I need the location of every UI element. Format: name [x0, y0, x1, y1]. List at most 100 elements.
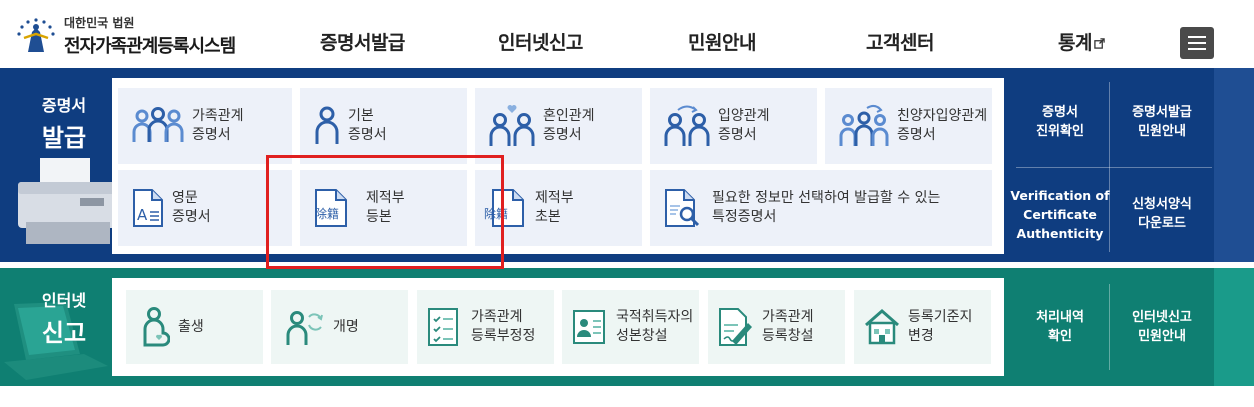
tile-removed-register-extract[interactable]: 除籍 제적부 초본: [475, 170, 642, 246]
rename-icon: [286, 311, 323, 345]
side-label-line2: Certificate: [1023, 206, 1097, 222]
certificate-title-line1: 증명서: [41, 96, 87, 115]
nav-statistics[interactable]: 통계: [1058, 28, 1105, 55]
tile-label: 가족관계 등록창설: [762, 308, 814, 346]
side-label-line1: 인터넷신고: [1132, 310, 1192, 325]
tile-rename-report[interactable]: 개명: [271, 290, 408, 364]
printer-illustration-icon: [18, 158, 118, 244]
tile-label-line2: 등록창설: [762, 328, 814, 344]
certificate-title-line2: 발급: [41, 124, 87, 152]
tile-label-line1: 개명: [333, 318, 359, 335]
side-label-line1: 신청서양식: [1132, 197, 1192, 212]
tile-label: 혼인관계 증명서: [543, 107, 595, 145]
tile-register-correction[interactable]: 가족관계 등록부정정: [417, 290, 554, 364]
tile-label-line1: 제적부: [535, 190, 574, 206]
tile-label: 기본 증명서: [348, 107, 387, 145]
id-card-icon: [573, 310, 605, 344]
tile-basic-certificate[interactable]: 기본 증명서: [300, 88, 467, 164]
tile-marriage-certificate[interactable]: 혼인관계 증명서: [475, 88, 642, 164]
family-icon: [132, 107, 184, 142]
tile-label-line1: 친양자입양관계: [897, 108, 988, 124]
tile-label: 입양관계 증명서: [718, 107, 770, 145]
tile-label: 출생: [178, 318, 204, 337]
tile-label-line2: 등본: [366, 209, 392, 225]
certificate-verification-button[interactable]: 증명서 진위확인: [1012, 78, 1108, 166]
side-divider: [1109, 284, 1110, 370]
tile-label-line2: 초본: [535, 209, 561, 225]
side-label-line1: 증명서발급: [1132, 105, 1192, 120]
tile-label-line1: 혼인관계: [543, 108, 595, 124]
tile-label-line2: 성본창설: [616, 328, 668, 344]
report-title-line1: 인터넷: [41, 291, 87, 310]
tile-label-line1: 가족관계: [471, 309, 523, 325]
tile-label-line2: 증명서: [897, 127, 936, 143]
site-logo[interactable]: 대한민국 법원 전자가족관계등록시스템: [14, 10, 244, 60]
tile-full-adoption-certificate[interactable]: 친양자입양관계 증명서: [825, 88, 992, 164]
tile-label-line1: 가족관계: [762, 309, 814, 325]
court-emblem-icon: [17, 18, 55, 52]
person-icon: [315, 106, 339, 144]
tile-label-line1: 제적부: [366, 190, 405, 206]
processing-history-button[interactable]: 처리내역 확인: [1012, 278, 1108, 376]
nav-customer-center[interactable]: 고객센터: [866, 28, 934, 55]
side-label-line3: Authenticity: [1016, 225, 1104, 241]
certificate-authenticity-english-button[interactable]: Verification of Certificate Authenticity: [1008, 170, 1112, 258]
tile-label-line1: 등록기준지: [908, 309, 973, 325]
removed-register-doc-icon: 除籍: [315, 189, 347, 227]
marriage-icon: [489, 105, 535, 146]
tile-label: 가족관계 증명서: [192, 107, 244, 145]
nav-statistics-label: 통계: [1058, 32, 1092, 54]
menu-button[interactable]: [1180, 27, 1214, 59]
external-link-icon: [1094, 38, 1105, 49]
tile-naturalized-surname-creation[interactable]: 국적취득자의 성본창설: [562, 290, 699, 364]
side-label-line2: 진위확인: [1036, 124, 1084, 139]
doc-edit-icon: [719, 308, 752, 346]
internet-report-guide-button[interactable]: 인터넷신고 민원안내: [1110, 278, 1214, 376]
side-label-line1: 증명서: [1042, 105, 1078, 120]
tile-adoption-certificate[interactable]: 입양관계 증명서: [650, 88, 817, 164]
nav-certificate[interactable]: 증명서발급: [320, 28, 405, 55]
tile-label: 국적취득자의 성본창설: [616, 308, 693, 346]
tile-label: 제적부 등본: [366, 189, 405, 227]
internet-report-section-title: 인터넷 신고: [28, 287, 100, 348]
house-icon: [865, 309, 899, 345]
doc-icon-text: 除籍: [484, 206, 508, 221]
tile-label-line1: 필요한 정보만 선택하여 발급할 수 있는: [712, 190, 941, 206]
side-label-line1: 처리내역: [1036, 310, 1084, 325]
removed-register-extract-icon: 除籍: [484, 189, 524, 227]
tile-removed-register-copy[interactable]: 除籍 제적부 등본: [300, 170, 467, 246]
side-label-line2: 확인: [1048, 329, 1072, 344]
side-label-line2: 민원안내: [1138, 124, 1186, 139]
tile-label-line1: 가족관계: [192, 108, 244, 124]
tile-label-line2: 증명서: [172, 209, 211, 225]
tile-label-line1: 기본: [348, 108, 374, 124]
tile-label-line1: 출생: [178, 318, 204, 335]
english-icon-letter: A: [137, 206, 148, 224]
tile-family-relation-certificate[interactable]: 가족관계 증명서: [118, 88, 292, 164]
tile-label-line2: 증명서: [543, 127, 582, 143]
adoption-icon: [664, 105, 710, 146]
tile-label-line2: 증명서: [718, 127, 757, 143]
certificate-guide-button[interactable]: 증명서발급 민원안내: [1110, 78, 1214, 166]
side-label-line1: Verification of: [1010, 187, 1110, 203]
tile-label: 영문 증명서: [172, 189, 211, 227]
side-label-line2: 민원안내: [1138, 329, 1186, 344]
certificate-section-title: 증명서 발급: [28, 92, 100, 153]
tile-label-line1: 영문: [172, 190, 198, 206]
full-adoption-icon: [839, 104, 889, 146]
tile-english-certificate[interactable]: A 영문 증명서: [118, 170, 292, 246]
application-form-download-button[interactable]: 신청서양식 다운로드: [1110, 170, 1214, 258]
tile-label: 가족관계 등록부정정: [471, 308, 535, 346]
tile-registry-base-change[interactable]: 등록기준지 변경: [854, 290, 991, 364]
doc-search-icon: [665, 189, 700, 227]
tile-label-line2: 특정증명서: [712, 209, 777, 225]
nav-civil-guide[interactable]: 민원안내: [688, 28, 756, 55]
nav-internet-report[interactable]: 인터넷신고: [498, 28, 583, 55]
tile-label: 등록기준지 변경: [908, 308, 972, 346]
tile-birth-report[interactable]: 출생: [126, 290, 263, 364]
report-title-line2: 신고: [41, 319, 87, 347]
hamburger-icon: [1188, 36, 1206, 38]
tile-register-creation[interactable]: 가족관계 등록창설: [708, 290, 845, 364]
tile-specific-certificate[interactable]: 필요한 정보만 선택하여 발급할 수 있는 특정증명서: [650, 170, 992, 246]
tile-label-line2: 증명서: [192, 127, 231, 143]
